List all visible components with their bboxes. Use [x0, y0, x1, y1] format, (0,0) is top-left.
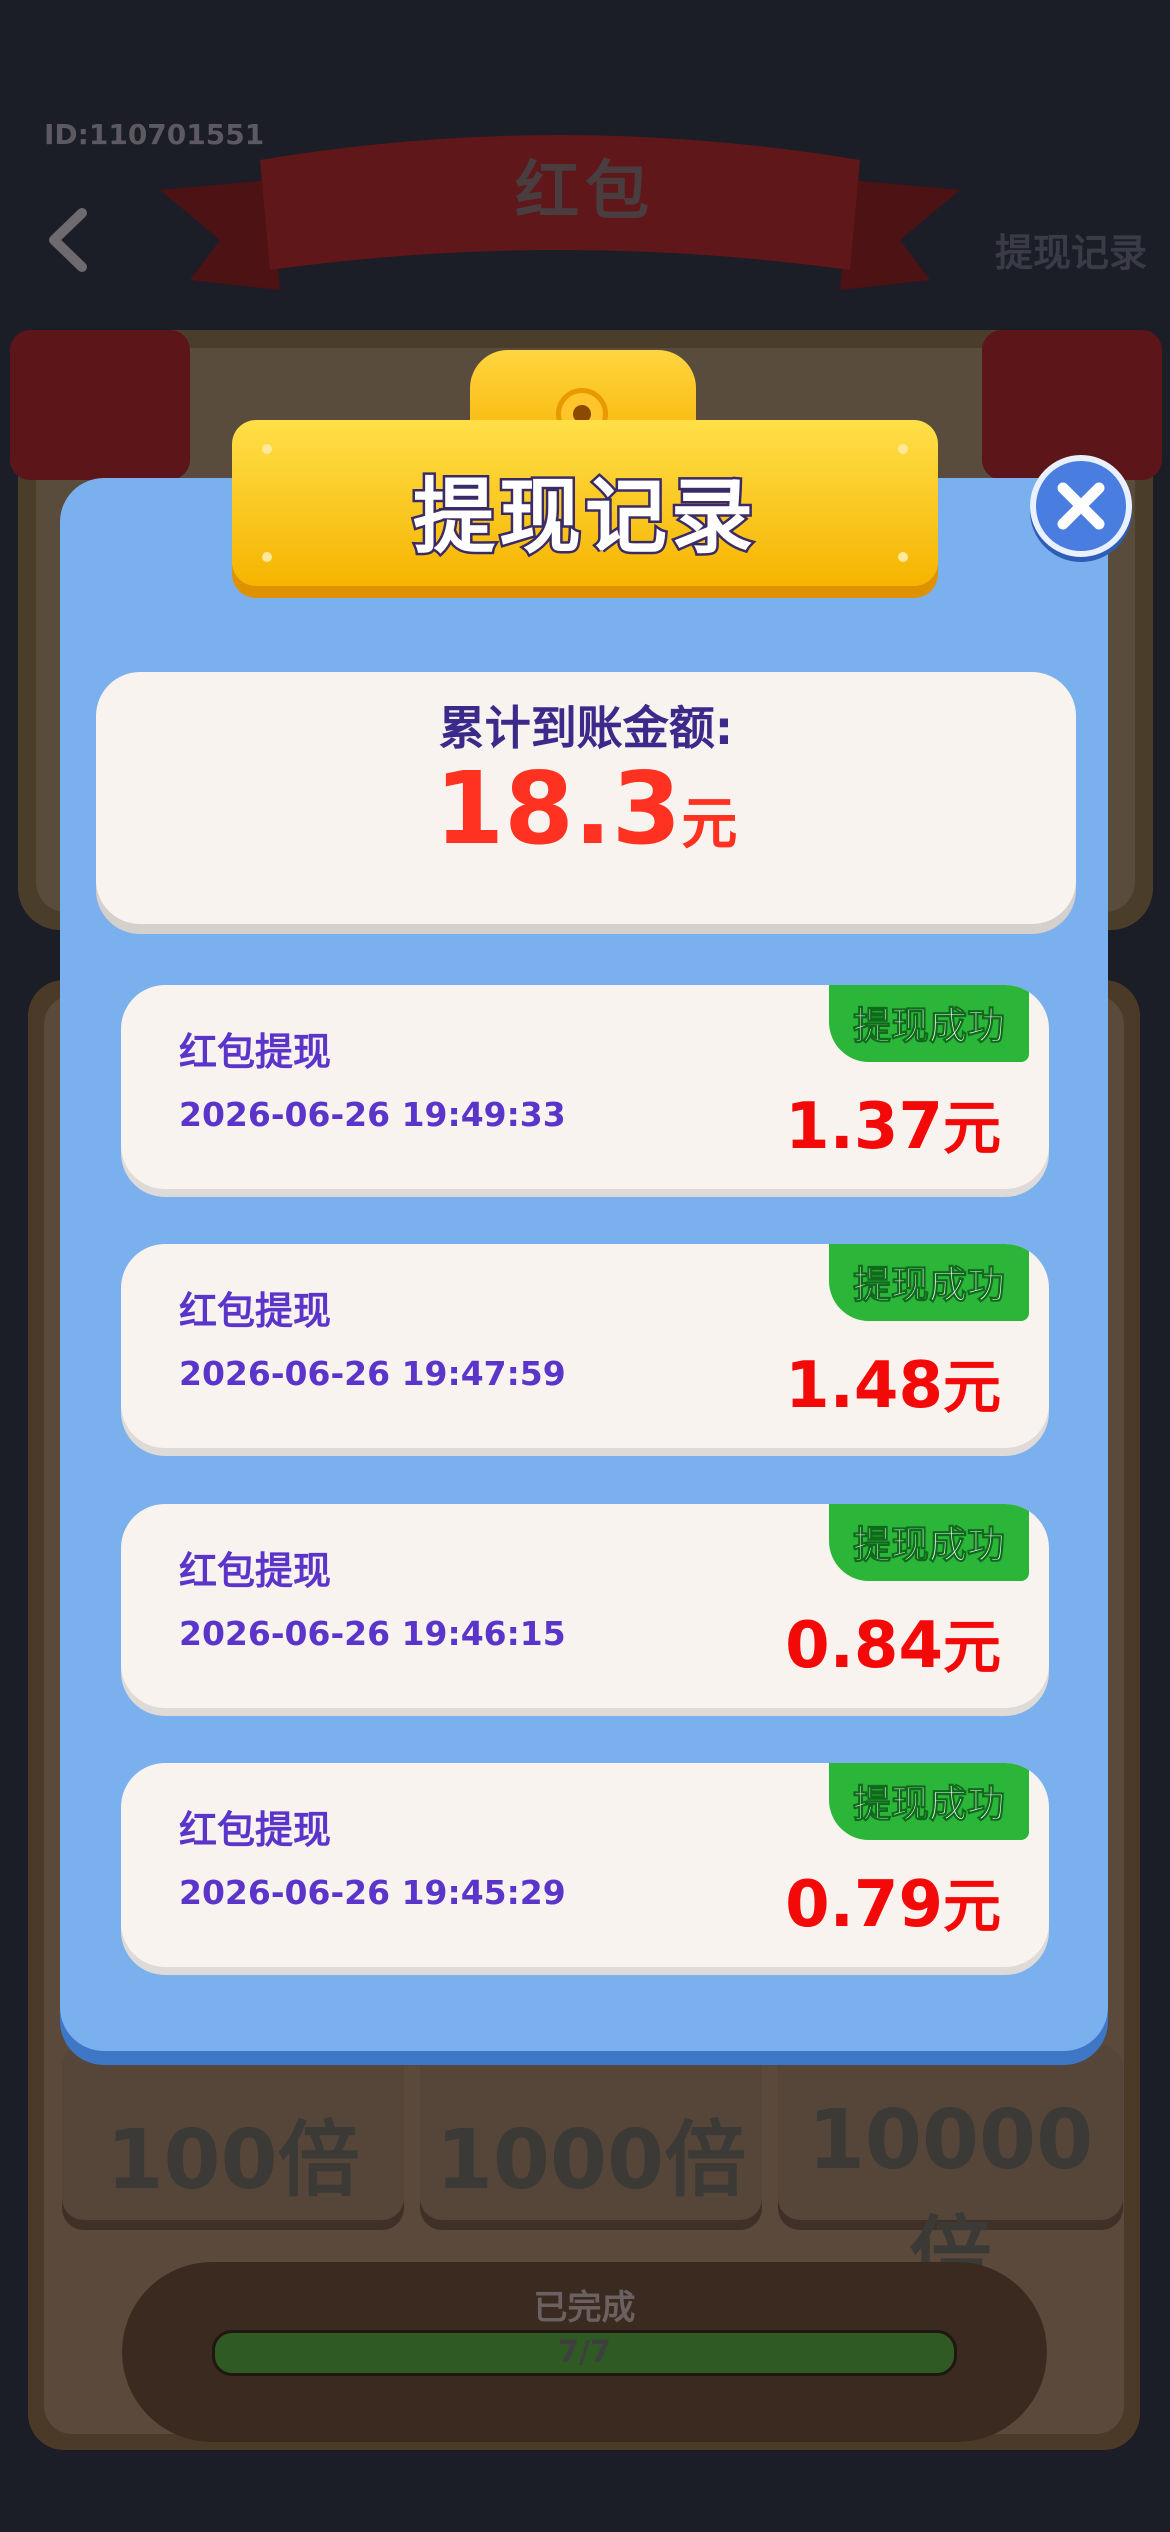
record-amount: 0.79元 — [785, 1868, 1001, 1942]
modal-title: 提现记录 — [410, 468, 757, 568]
close-button[interactable] — [1030, 455, 1132, 557]
record-title: 红包提现 — [179, 1030, 332, 1074]
record-amount: 0.84元 — [785, 1609, 1001, 1683]
page-title: 红包 — [515, 155, 655, 229]
status-badge: 提现成功 — [828, 1244, 1029, 1321]
record-time: 2026-06-26 19:49:33 — [179, 1095, 566, 1134]
total-card: 累计到账金额: 18.3元 — [96, 672, 1076, 924]
progress-bar: 7/7 — [212, 2330, 957, 2376]
multiplier-1000-button[interactable]: 1000倍 — [420, 2045, 762, 2230]
record-item: 提现成功 红包提现 2026-06-26 19:47:59 1.48元 — [121, 1244, 1049, 1448]
close-icon — [1057, 482, 1105, 530]
record-item: 提现成功 红包提现 2026-06-26 19:49:33 1.37元 — [121, 985, 1049, 1189]
multiplier-100-button[interactable]: 100倍 — [62, 2045, 404, 2230]
record-item: 提现成功 红包提现 2026-06-26 19:45:29 0.79元 — [121, 1763, 1049, 1967]
record-amount: 1.37元 — [785, 1090, 1001, 1164]
record-time: 2026-06-26 19:46:15 — [179, 1614, 566, 1653]
decor-tab-left — [10, 330, 190, 480]
status-badge: 提现成功 — [828, 985, 1029, 1062]
record-time: 2026-06-26 19:45:29 — [179, 1873, 566, 1912]
completed-label: 已完成 — [533, 2288, 636, 2328]
record-amount: 1.48元 — [785, 1349, 1001, 1423]
status-badge: 提现成功 — [828, 1763, 1029, 1840]
record-title: 红包提现 — [179, 1808, 332, 1852]
total-label: 累计到账金额: — [438, 701, 734, 755]
total-unit: 元 — [681, 792, 738, 857]
progress-section: 已完成 7/7 — [122, 2262, 1047, 2442]
modal-header: 提现记录 — [232, 420, 938, 586]
progress-text: 7/7 — [558, 2335, 611, 2370]
status-badge: 提现成功 — [828, 1504, 1029, 1581]
record-item: 提现成功 红包提现 2026-06-26 19:46:15 0.84元 — [121, 1504, 1049, 1708]
record-time: 2026-06-26 19:47:59 — [179, 1354, 566, 1393]
total-amount: 18.3元 — [434, 750, 738, 867]
multiplier-10000-button[interactable]: 10000倍 — [778, 2045, 1123, 2303]
record-title: 红包提现 — [179, 1549, 332, 1593]
withdraw-record-link[interactable]: 提现记录 — [995, 222, 1147, 277]
record-title: 红包提现 — [179, 1289, 332, 1333]
